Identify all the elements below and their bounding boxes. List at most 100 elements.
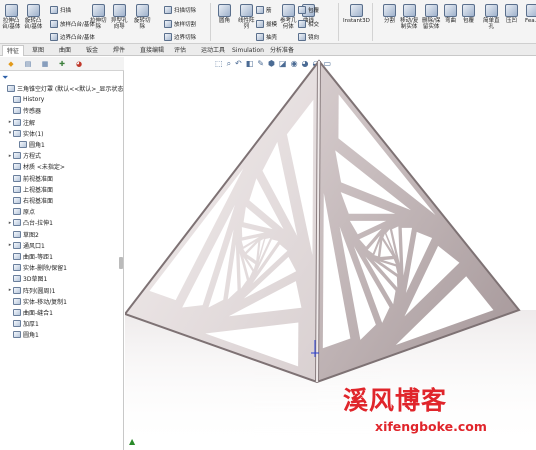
fillet-icon bbox=[13, 331, 21, 339]
tab-weldments[interactable]: 焊件 bbox=[109, 45, 129, 56]
simple-hole-button-label: 简单直 孔 bbox=[483, 18, 500, 30]
propertymanager-tab[interactable]: ▤ bbox=[21, 59, 35, 69]
boundary-cut-icon bbox=[164, 32, 172, 41]
boundary-cut-button[interactable]: 边界切除 bbox=[164, 32, 196, 41]
revolved-boss-button[interactable]: 旋转凸 台/基体 bbox=[24, 4, 42, 30]
tree-item[interactable]: ▸ 通风口1 bbox=[7, 241, 45, 250]
instant3d-button-label: Instant3D bbox=[343, 18, 370, 24]
hole-wizard-button[interactable]: 异型孔 向导 bbox=[111, 4, 128, 30]
tree-item[interactable]: 材质 <未指定> bbox=[7, 162, 65, 171]
rib-button-label: 筋 bbox=[266, 7, 272, 14]
tree-item[interactable]: 3D草图1 bbox=[7, 274, 47, 283]
intersect-button[interactable]: 相交 bbox=[298, 19, 319, 28]
reference-geometry-button[interactable]: 参考几 何体 bbox=[280, 4, 297, 30]
tree-item[interactable]: ▸ 注解 bbox=[7, 118, 35, 127]
tree-item[interactable]: 加厚1 bbox=[7, 319, 39, 328]
tree-item[interactable]: 圆角1 bbox=[13, 140, 45, 149]
swept-cut-icon bbox=[164, 5, 172, 14]
tab-sketch[interactable]: 草图 bbox=[28, 45, 48, 56]
tab-sheetmetal[interactable]: 钣金 bbox=[82, 45, 102, 56]
extruded-boss-button[interactable]: 拉伸凸 台/基体 bbox=[2, 4, 20, 30]
tree-item[interactable]: History bbox=[7, 95, 44, 104]
sketch-icon bbox=[13, 230, 21, 238]
tree-item-label: 圆角1 bbox=[29, 142, 45, 149]
lofted-cut-button[interactable]: 放样切割 bbox=[164, 19, 196, 28]
reference-icon bbox=[281, 4, 295, 17]
linear-pattern-button[interactable]: 线性阵 列 bbox=[238, 4, 255, 30]
loft-icon bbox=[50, 19, 58, 28]
tree-item[interactable]: 圆角1 bbox=[7, 330, 39, 339]
tree-item[interactable]: ▸ 凸台-拉伸1 bbox=[7, 218, 53, 227]
delete-keep-body-button[interactable]: 删除/保 留实体 bbox=[422, 4, 440, 30]
tree-item[interactable]: 曲面-等距1 bbox=[7, 252, 53, 261]
boundary-button[interactable]: 边界凸台/基体 bbox=[50, 32, 95, 41]
mirror-button[interactable]: 镜向 bbox=[298, 32, 319, 41]
tab-surfaces[interactable]: 曲面 bbox=[55, 45, 75, 56]
tree-item[interactable]: 前视基准面 bbox=[7, 174, 53, 183]
tree-item[interactable]: 曲面-缝合1 bbox=[7, 308, 53, 317]
mirror-button-label: 镜向 bbox=[308, 34, 320, 41]
revolve-icon bbox=[26, 4, 40, 17]
simple-hole-button[interactable]: 简单直 孔 bbox=[483, 4, 500, 30]
panel-resize-handle[interactable] bbox=[119, 257, 123, 269]
sweep-button[interactable]: 扫描 bbox=[50, 5, 71, 14]
wrap-button[interactable]: 弯曲 bbox=[444, 4, 457, 24]
fea-button[interactable]: Fea... bbox=[525, 4, 536, 24]
ribbon-separator bbox=[372, 3, 373, 41]
filter-icon[interactable]: ⏷ bbox=[2, 73, 8, 83]
tree-item[interactable]: ▸ 阵列(圆周)1 bbox=[7, 286, 56, 295]
tree-item-label: 圆角1 bbox=[23, 332, 39, 340]
instant3d-button[interactable]: Instant3D bbox=[343, 4, 370, 24]
tab-simulation[interactable]: Simulation bbox=[228, 45, 268, 56]
draft-button[interactable]: 拔模 bbox=[256, 19, 277, 28]
tab-motion[interactable]: 运动工具 bbox=[197, 45, 229, 56]
tree-item-label: 材质 <未指定> bbox=[23, 164, 65, 172]
fillet-icon bbox=[218, 4, 231, 17]
tab-direct-editing[interactable]: 直接编辑 bbox=[136, 45, 168, 56]
tree-item[interactable]: ▸ 方程式 bbox=[7, 151, 41, 160]
boundary-cut-button-label: 边界切除 bbox=[174, 34, 197, 41]
tree-item[interactable]: 上视基准面 bbox=[7, 185, 53, 194]
loft-button[interactable]: 放样凸台/基体 bbox=[50, 19, 95, 28]
featuremanager-tab[interactable]: ◆ bbox=[4, 59, 18, 69]
tree-item[interactable]: ▾ 实体(1) bbox=[7, 129, 44, 138]
display-manager-tab[interactable]: ◕ bbox=[72, 59, 86, 69]
split-button[interactable]: 分割 bbox=[383, 4, 396, 24]
tree-item[interactable]: 实体-删除/保留1 bbox=[7, 263, 67, 272]
boundary-button-label: 边界凸台/基体 bbox=[60, 34, 95, 41]
revolved-cut-button[interactable]: 旋转切 除 bbox=[134, 4, 151, 30]
watermark-title: 溪风博客 bbox=[343, 386, 448, 415]
reference-geometry-button-label: 参考几 何体 bbox=[280, 18, 297, 30]
fillet-button-label: 圆角 bbox=[218, 18, 230, 24]
tree-item-label: 上视基准面 bbox=[23, 186, 54, 194]
tree-item[interactable]: 草图2 bbox=[7, 230, 39, 239]
tree-item[interactable]: 右视基准面 bbox=[7, 196, 53, 205]
tree-item-label: History bbox=[23, 96, 45, 104]
wrap2-button[interactable]: 包覆 bbox=[462, 4, 475, 24]
graphics-area[interactable]: ⬚ ⌕ ↶ ◧ ✎ ⬢ ◪ ◉ ◕ ◒ ▭ 溪风博客 xifengboke.co… bbox=[125, 57, 536, 450]
origin-icon bbox=[13, 208, 21, 216]
hole-wizard-icon bbox=[112, 4, 126, 17]
wrap-small-button-label: 包覆 bbox=[308, 7, 320, 14]
tree-item[interactable]: 三角锥空灯罩 (默认<<默认>_显示状态 bbox=[1, 84, 123, 93]
indent-button[interactable]: 压凹 bbox=[505, 4, 518, 24]
lofted-cut-button-label: 放样切割 bbox=[174, 21, 197, 28]
rib-button[interactable]: 筋 bbox=[256, 5, 272, 14]
tab-evaluate[interactable]: 评估 bbox=[170, 45, 190, 56]
delete-body-icon bbox=[13, 264, 21, 272]
move-copy-body-button[interactable]: 移动/复 制实体 bbox=[400, 4, 418, 30]
dimxpert-tab[interactable]: ✚ bbox=[55, 59, 69, 69]
tree-item[interactable]: 传感器 bbox=[7, 106, 41, 115]
tab-features[interactable]: 特征 bbox=[2, 45, 25, 56]
wrap-small-button[interactable]: 包覆 bbox=[298, 5, 319, 14]
configuration-tab[interactable]: ▦ bbox=[38, 59, 52, 69]
swept-cut-button[interactable]: 扫描切除 bbox=[164, 5, 196, 14]
tree-item[interactable]: 原点 bbox=[7, 207, 35, 216]
shell-button[interactable]: 抽壳 bbox=[256, 32, 277, 41]
tree-item[interactable]: 实体-移动/复制1 bbox=[7, 297, 67, 306]
tree-item-label: 凸台-拉伸1 bbox=[23, 220, 53, 228]
linear-pattern-button-label: 线性阵 列 bbox=[238, 18, 255, 30]
tab-analysis[interactable]: 分析准备 bbox=[266, 45, 298, 56]
solid-bodies-icon bbox=[13, 129, 21, 137]
fillet-button[interactable]: 圆角 bbox=[218, 4, 231, 24]
